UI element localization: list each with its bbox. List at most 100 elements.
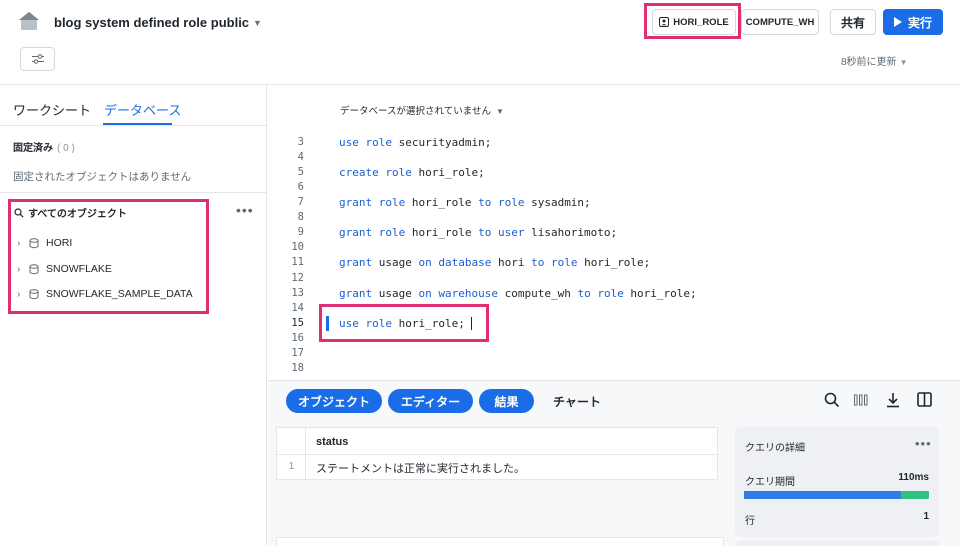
database-item-snowflake[interactable]: › SNOWFLAKE xyxy=(17,261,112,277)
line-number: 10 xyxy=(291,241,304,254)
row-number: 1 xyxy=(288,461,295,472)
role-label: HORI_ROLE xyxy=(673,16,729,28)
worksheet-title[interactable]: blog system defined role public ▼ xyxy=(54,15,262,30)
sidebar-divider xyxy=(0,192,266,193)
filter-settings-button[interactable] xyxy=(20,47,55,71)
query-details-title: クエリの詳細 xyxy=(745,443,805,454)
code-line[interactable]: 9 grant role hori_role to user lisahorimo… xyxy=(268,226,960,241)
code-text: grant usage on warehouse compute_wh to r… xyxy=(339,286,697,300)
more-options-icon[interactable]: ••• xyxy=(915,436,932,451)
code-line[interactable]: 13 grant usage on warehouse compute_wh to… xyxy=(268,287,960,302)
code-line[interactable]: 17 xyxy=(268,347,960,362)
line-number: 14 xyxy=(291,301,304,314)
worksheet-title-text: blog system defined role public xyxy=(54,15,250,30)
object-search[interactable]: すべてのオブジェクト xyxy=(14,205,127,220)
line-number: 12 xyxy=(291,271,304,284)
db-context-label: データベースが選択されていません xyxy=(340,106,491,117)
database-item-hori[interactable]: › HORI xyxy=(17,235,72,251)
code-line[interactable]: 6 xyxy=(268,181,960,196)
duration-bar xyxy=(744,491,929,499)
code-text: grant role hori_role to user lisahorimot… xyxy=(339,226,618,240)
query-details-card: クエリの詳細 ••• クエリ期間 110ms 行 1 xyxy=(735,427,939,537)
code-line[interactable]: 7 grant role hori_role to role sysadmin; xyxy=(268,196,960,211)
tab-editor[interactable]: エディター xyxy=(388,389,473,413)
search-icon xyxy=(14,207,24,218)
secondary-panel xyxy=(276,537,724,546)
chevron-right-icon: › xyxy=(17,288,21,300)
all-objects-label: すべてのオブジェクト xyxy=(28,209,127,220)
column-density-icon[interactable] xyxy=(854,394,868,406)
database-name: SNOWFLAKE xyxy=(46,263,112,275)
line-number: 16 xyxy=(291,331,304,344)
line-number: 18 xyxy=(291,361,304,374)
database-name: SNOWFLAKE_SAMPLE_DATA xyxy=(46,288,193,300)
line-number: 11 xyxy=(291,256,304,269)
home-icon[interactable] xyxy=(18,11,40,31)
text-cursor xyxy=(471,317,472,330)
warehouse-label: COMPUTE_WH xyxy=(745,16,815,28)
line-number: 9 xyxy=(297,226,304,239)
code-text: create role hori_role; xyxy=(339,166,485,180)
database-icon xyxy=(29,263,39,274)
database-icon xyxy=(29,237,39,248)
chevron-down-icon: ▼ xyxy=(495,107,504,116)
code-line[interactable]: 10 xyxy=(268,241,960,256)
code-line[interactable]: 11 grant usage on database hori to role h… xyxy=(268,256,960,271)
role-icon xyxy=(659,17,670,27)
tab-worksheets[interactable]: ワークシート xyxy=(13,100,91,119)
tab-databases[interactable]: データベース xyxy=(104,100,181,119)
chevron-down-icon: ▼ xyxy=(253,18,262,28)
line-number: 4 xyxy=(297,151,304,164)
share-button[interactable]: 共有 xyxy=(830,9,876,35)
sidebar-divider xyxy=(0,125,266,126)
database-context-selector[interactable]: データベースが選択されていません ▼ xyxy=(340,103,504,117)
pinned-section-label: 固定済み ( 0 ) xyxy=(13,139,75,154)
sliders-icon xyxy=(31,54,44,64)
pinned-count: ( 0 ) xyxy=(57,143,75,154)
code-text: grant role hori_role to role sysadmin; xyxy=(339,196,591,210)
results-table: status 1 ステートメントは正常に実行されました。 xyxy=(276,427,718,480)
pinned-empty-message: 固定されたオブジェクトはありません xyxy=(13,171,192,183)
database-item-snowflake-sample-data[interactable]: › SNOWFLAKE_SAMPLE_DATA xyxy=(17,286,193,302)
code-text: grant usage on database hori to role hor… xyxy=(339,256,651,270)
code-line[interactable]: 12 xyxy=(268,272,960,287)
download-icon[interactable] xyxy=(886,392,900,408)
table-cell[interactable]: ステートメントは正常に実行されました。 xyxy=(316,460,525,476)
code-line[interactable]: 3 use role securityadmin; xyxy=(268,136,960,151)
duration-value: 110ms xyxy=(898,472,929,483)
tab-objects[interactable]: オブジェクト xyxy=(286,389,382,413)
split-panel-icon[interactable] xyxy=(917,392,932,407)
column-header-status[interactable]: status xyxy=(316,436,348,448)
code-line[interactable]: 5 create role hori_role; xyxy=(268,166,960,181)
line-number: 6 xyxy=(297,181,304,194)
chevron-down-icon: ▼ xyxy=(899,58,908,67)
run-label: 実行 xyxy=(907,15,932,30)
line-number: 7 xyxy=(297,196,304,209)
chevron-right-icon: › xyxy=(17,263,21,275)
code-line[interactable]: 4 xyxy=(268,151,960,166)
code-line[interactable]: 8 xyxy=(268,211,960,226)
database-icon xyxy=(29,288,39,299)
line-number: 17 xyxy=(291,346,304,359)
line-number: 5 xyxy=(297,166,304,179)
run-button[interactable]: 実行 xyxy=(883,9,943,35)
more-options-icon[interactable]: ••• xyxy=(236,202,254,218)
tab-chart[interactable]: チャート xyxy=(553,393,601,410)
database-name: HORI xyxy=(46,237,73,249)
last-updated[interactable]: 8秒前に更新 ▼ xyxy=(841,53,907,68)
bottom-toolbar: オブジェクト エディター 結果 チャート xyxy=(268,380,960,422)
role-selector-button[interactable]: HORI_ROLE xyxy=(652,9,736,35)
search-icon[interactable] xyxy=(824,392,840,408)
code-text: use role securityadmin; xyxy=(339,136,492,149)
code-line[interactable]: 18 xyxy=(268,362,960,377)
duration-label: クエリ期間 xyxy=(745,477,795,488)
line-number: 13 xyxy=(291,286,304,299)
tab-results[interactable]: 結果 xyxy=(479,389,534,413)
share-label: 共有 xyxy=(840,15,865,30)
line-number: 8 xyxy=(297,211,304,224)
rows-label: 行 xyxy=(745,516,755,527)
duration-bar-fill xyxy=(744,491,902,499)
play-icon xyxy=(893,17,902,27)
warehouse-selector-button[interactable]: COMPUTE_WH xyxy=(741,9,819,35)
updated-label: 8秒前に更新 xyxy=(841,57,897,68)
